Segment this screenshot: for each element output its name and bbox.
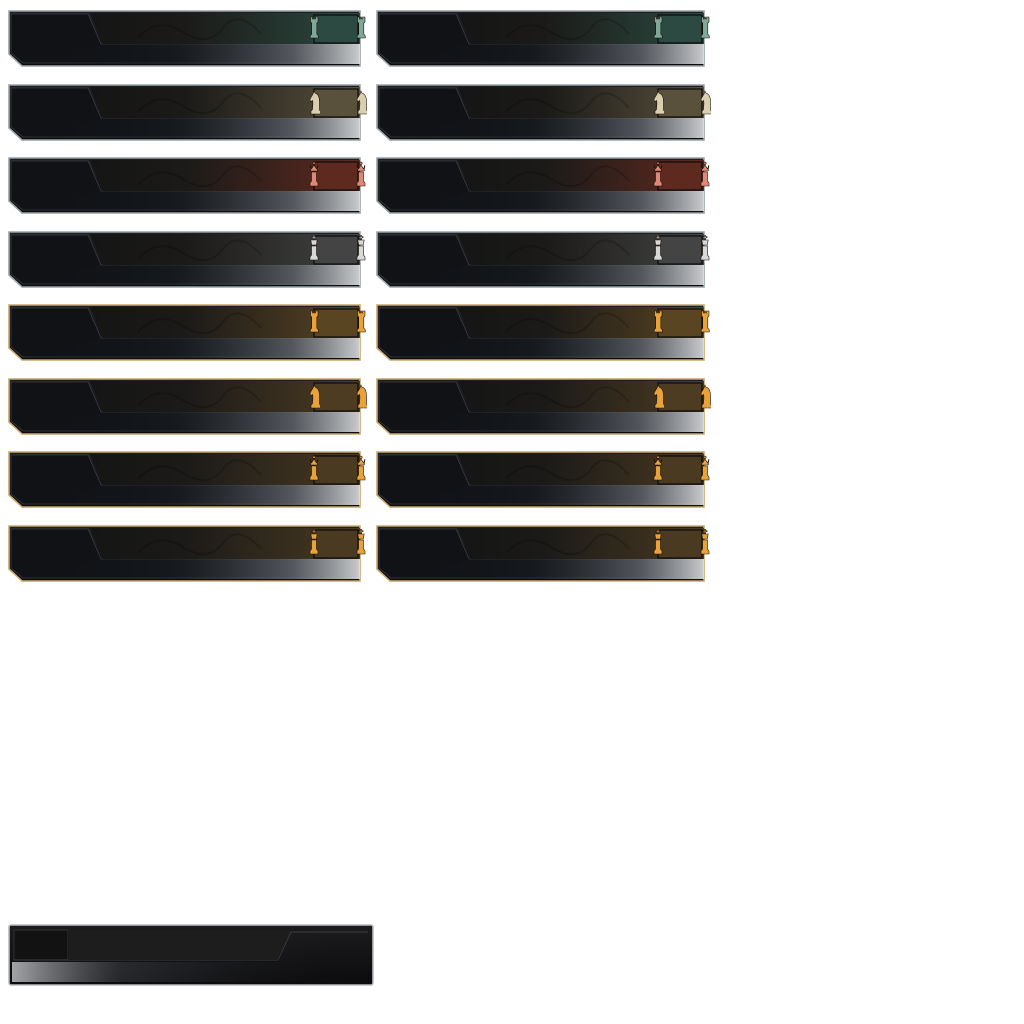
queen-right-icon (699, 161, 711, 189)
king-right-icon (699, 234, 711, 263)
rook-left-icon (652, 14, 664, 42)
nameplate-frame (376, 376, 716, 438)
queen-left-icon (652, 161, 664, 189)
nameplate-frame (8, 449, 372, 511)
knight-left-icon (308, 382, 320, 410)
knight-right-icon (699, 88, 711, 116)
queen-left-icon (308, 455, 320, 483)
nameplate-bar (376, 230, 705, 288)
nameplate-bar (376, 304, 705, 361)
king-left-icon (308, 528, 320, 557)
rook-left-icon (308, 14, 320, 42)
king-left-icon (652, 234, 664, 263)
nameplate-bar (376, 451, 705, 508)
nameplate-frame (8, 302, 372, 364)
knight-right-icon (355, 382, 367, 410)
king-right-icon (355, 234, 367, 263)
rook-left-icon (308, 308, 320, 336)
nameplate-bar (376, 83, 705, 141)
nameplate-frame (376, 82, 716, 144)
king-right-icon (355, 528, 367, 557)
nameplate-frame (376, 8, 716, 70)
knight-right-icon (699, 382, 711, 410)
rook-left-icon (652, 308, 664, 336)
queen-right-icon (699, 455, 711, 483)
knight-left-icon (652, 88, 664, 116)
nameplate-bar (376, 524, 705, 582)
king-left-icon (652, 528, 664, 557)
queen-left-icon (308, 161, 320, 189)
nameplate-frame (376, 449, 716, 511)
king-right-icon (699, 528, 711, 557)
queen-right-icon (355, 455, 367, 483)
nameplate-frame (8, 229, 372, 291)
nameplate-sprite-sheet (0, 0, 1024, 1024)
knight-right-icon (355, 88, 367, 116)
nameplate-frame (376, 155, 716, 217)
queen-right-icon (355, 161, 367, 189)
nameplate-frame (8, 523, 372, 585)
nameplate-bar (376, 157, 705, 214)
nameplate-bar (376, 10, 705, 67)
rook-right-icon (699, 308, 711, 336)
nameplate-frame (376, 523, 716, 585)
rook-right-icon (355, 308, 367, 336)
nameplate-bar (376, 377, 705, 435)
king-left-icon (308, 234, 320, 263)
nameplate-frame (8, 155, 372, 217)
nameplate-frame (8, 8, 372, 70)
knight-left-icon (308, 88, 320, 116)
rook-right-icon (355, 14, 367, 42)
empty-nameplate-frame (8, 924, 374, 986)
nameplate-frame (8, 376, 372, 438)
queen-left-icon (652, 455, 664, 483)
rook-right-icon (699, 14, 711, 42)
empty-nameplate-bar (8, 924, 374, 986)
nameplate-frame (376, 302, 716, 364)
knight-left-icon (652, 382, 664, 410)
nameplate-frame (8, 82, 372, 144)
nameplate-frame (376, 229, 716, 291)
